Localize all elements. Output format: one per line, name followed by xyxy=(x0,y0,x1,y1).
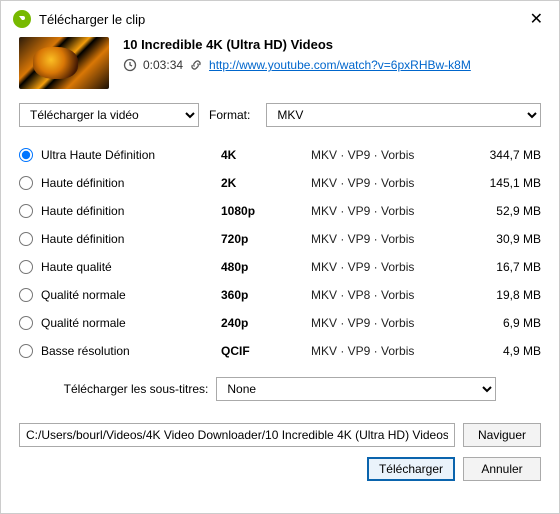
quality-radio[interactable] xyxy=(19,316,33,330)
quality-resolution: 240p xyxy=(221,316,311,330)
quality-option[interactable]: Haute définition 720p MKV · VP9 · Vorbis… xyxy=(19,225,541,253)
quality-radio[interactable] xyxy=(19,204,33,218)
quality-codec: MKV · VP9 · Vorbis xyxy=(311,204,441,218)
quality-option[interactable]: Basse résolution QCIF MKV · VP9 · Vorbis… xyxy=(19,337,541,365)
quality-radio[interactable] xyxy=(19,288,33,302)
download-button[interactable]: Télécharger xyxy=(367,457,455,481)
link-icon xyxy=(189,58,203,72)
app-icon xyxy=(13,10,31,28)
titlebar: Télécharger le clip ✕ xyxy=(1,1,559,37)
quality-radio[interactable] xyxy=(19,176,33,190)
quality-codec: MKV · VP8 · Vorbis xyxy=(311,288,441,302)
quality-codec: MKV · VP9 · Vorbis xyxy=(311,260,441,274)
video-thumbnail xyxy=(19,37,109,89)
format-label: Format: xyxy=(209,108,250,122)
quality-resolution: 2K xyxy=(221,176,311,190)
quality-codec: MKV · VP9 · Vorbis xyxy=(311,232,441,246)
quality-option[interactable]: Qualité normale 240p MKV · VP9 · Vorbis … xyxy=(19,309,541,337)
content-area: 10 Incredible 4K (Ultra HD) Videos 0:03:… xyxy=(1,37,559,513)
quality-name: Haute définition xyxy=(41,176,221,190)
quality-radio[interactable] xyxy=(19,232,33,246)
quality-name: Haute qualité xyxy=(41,260,221,274)
quality-resolution: 360p xyxy=(221,288,311,302)
close-icon[interactable]: ✕ xyxy=(526,9,547,29)
format-select[interactable]: MKV xyxy=(266,103,541,127)
clip-url-link[interactable]: http://www.youtube.com/watch?v=6pxRHBw-k… xyxy=(209,58,471,72)
quality-size: 30,9 MB xyxy=(441,232,541,246)
clip-meta: 10 Incredible 4K (Ultra HD) Videos 0:03:… xyxy=(123,37,471,89)
quality-resolution: QCIF xyxy=(221,344,311,358)
quality-radio[interactable] xyxy=(19,260,33,274)
quality-resolution: 4K xyxy=(221,148,311,162)
clip-subline: 0:03:34 http://www.youtube.com/watch?v=6… xyxy=(123,58,471,72)
clip-info: 10 Incredible 4K (Ultra HD) Videos 0:03:… xyxy=(19,37,541,89)
action-select[interactable]: Télécharger la vidéo xyxy=(19,103,199,127)
quality-option[interactable]: Haute qualité 480p MKV · VP9 · Vorbis 16… xyxy=(19,253,541,281)
top-controls-row: Télécharger la vidéo Format: MKV xyxy=(19,103,541,127)
quality-size: 4,9 MB xyxy=(441,344,541,358)
quality-name: Qualité normale xyxy=(41,316,221,330)
quality-resolution: 720p xyxy=(221,232,311,246)
quality-size: 344,7 MB xyxy=(441,148,541,162)
quality-resolution: 480p xyxy=(221,260,311,274)
save-path-input[interactable] xyxy=(19,423,455,447)
cancel-button[interactable]: Annuler xyxy=(463,457,541,481)
quality-size: 19,8 MB xyxy=(441,288,541,302)
window-title: Télécharger le clip xyxy=(39,12,526,27)
quality-codec: MKV · VP9 · Vorbis xyxy=(311,176,441,190)
quality-radio[interactable] xyxy=(19,344,33,358)
quality-size: 6,9 MB xyxy=(441,316,541,330)
dialog-window: Télécharger le clip ✕ 10 Incredible 4K (… xyxy=(0,0,560,514)
quality-option[interactable]: Haute définition 2K MKV · VP9 · Vorbis 1… xyxy=(19,169,541,197)
path-row: Naviguer xyxy=(19,423,541,447)
quality-option[interactable]: Ultra Haute Définition 4K MKV · VP9 · Vo… xyxy=(19,141,541,169)
quality-size: 52,9 MB xyxy=(441,204,541,218)
quality-name: Qualité normale xyxy=(41,288,221,302)
quality-name: Haute définition xyxy=(41,204,221,218)
quality-name: Basse résolution xyxy=(41,344,221,358)
quality-codec: MKV · VP9 · Vorbis xyxy=(311,344,441,358)
clip-duration: 0:03:34 xyxy=(143,58,183,72)
quality-size: 145,1 MB xyxy=(441,176,541,190)
quality-resolution: 1080p xyxy=(221,204,311,218)
quality-codec: MKV · VP9 · Vorbis xyxy=(311,148,441,162)
quality-size: 16,7 MB xyxy=(441,260,541,274)
quality-radio[interactable] xyxy=(19,148,33,162)
subtitles-row: Télécharger les sous-titres: None xyxy=(19,377,541,401)
quality-option[interactable]: Haute définition 1080p MKV · VP9 · Vorbi… xyxy=(19,197,541,225)
clip-title: 10 Incredible 4K (Ultra HD) Videos xyxy=(123,37,471,52)
browse-button[interactable]: Naviguer xyxy=(463,423,541,447)
quality-name: Ultra Haute Définition xyxy=(41,148,221,162)
clock-icon xyxy=(123,58,137,72)
subtitles-label: Télécharger les sous-titres: xyxy=(64,382,209,396)
button-row: Télécharger Annuler xyxy=(19,457,541,481)
quality-name: Haute définition xyxy=(41,232,221,246)
quality-list: Ultra Haute Définition 4K MKV · VP9 · Vo… xyxy=(19,141,541,365)
quality-option[interactable]: Qualité normale 360p MKV · VP8 · Vorbis … xyxy=(19,281,541,309)
subtitles-select[interactable]: None xyxy=(216,377,496,401)
quality-codec: MKV · VP9 · Vorbis xyxy=(311,316,441,330)
